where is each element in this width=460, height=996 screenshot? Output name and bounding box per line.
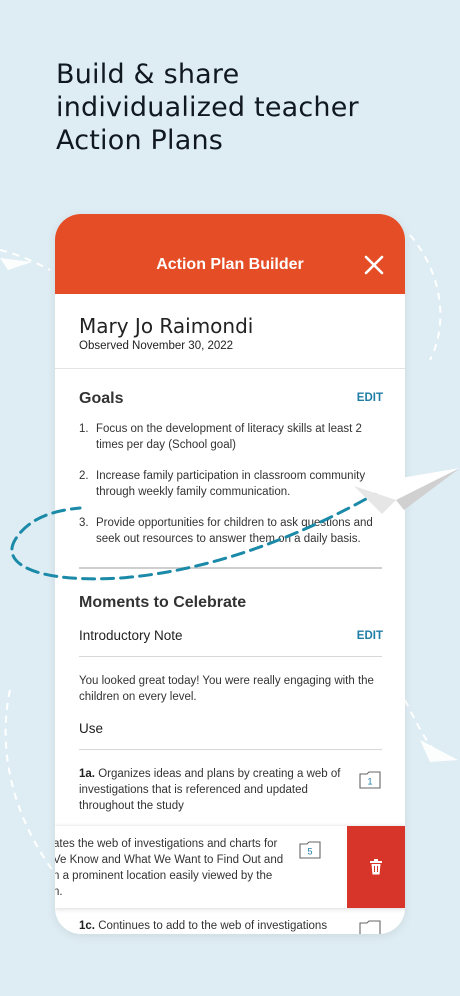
phone-screen: Action Plan Builder Mary Jo Raimondi Obs… (55, 214, 405, 934)
folder-count: 5 (307, 847, 312, 857)
folder-icon[interactable] (359, 920, 381, 934)
folder-icon[interactable]: 1 (359, 771, 381, 789)
folder-icon[interactable]: 5 (299, 841, 321, 859)
intro-edit-button[interactable]: EDIT (357, 630, 383, 642)
goals-edit-button[interactable]: EDIT (357, 392, 383, 404)
folder-count: 1 (367, 777, 372, 787)
paper-plane-bottom-icon (420, 740, 458, 762)
app-title: Action Plan Builder (156, 256, 304, 273)
marketing-headline: Build & share individualized teacher Act… (56, 58, 416, 157)
headline-line-3: Action Plans (56, 125, 224, 156)
divider (79, 656, 382, 657)
divider (55, 368, 405, 369)
paper-plane-left-icon (0, 258, 32, 270)
goals-heading: Goals (79, 390, 124, 407)
use-label: Use (79, 721, 104, 736)
trash-icon (370, 859, 382, 875)
divider (79, 749, 382, 750)
section-divider (79, 567, 382, 569)
goal-number: 2. (79, 470, 89, 482)
list-item[interactable]: 1c. Continues to add to the web of inves… (79, 918, 339, 934)
teacher-name: Mary Jo Raimondi (79, 314, 254, 338)
swiped-list-item[interactable]: ates the web of investigations and chart… (55, 826, 405, 908)
close-icon[interactable] (363, 254, 385, 276)
item-text: ates the web of investigations and chart… (55, 838, 284, 898)
intro-note-label: Introductory Note (79, 628, 183, 643)
item-text-clipped: ates the web of investigations and chart… (55, 836, 285, 900)
item-code: 1a. (79, 768, 95, 780)
app-header: Action Plan Builder (55, 214, 405, 294)
list-item[interactable]: 1a. Organizes ideas and plans by creatin… (79, 766, 341, 814)
goal-number: 3. (79, 517, 89, 529)
goal-text: Provide opportunities for children to as… (96, 517, 373, 545)
observed-date: Observed November 30, 2022 (79, 340, 234, 352)
goal-number: 1. (79, 423, 89, 435)
moments-heading: Moments to Celebrate (79, 594, 247, 611)
goal-text: Increase family participation in classro… (96, 470, 366, 498)
headline-line-2: individualized teacher (56, 92, 359, 123)
item-text: Continues to add to the web of investiga… (98, 920, 328, 932)
headline-line-1: Build & share (56, 59, 240, 90)
item-text: Organizes ideas and plans by creating a … (79, 768, 341, 812)
intro-note-text: You looked great today! You were really … (79, 675, 374, 703)
item-code: 1c. (79, 920, 95, 932)
goal-text: Focus on the development of literacy ski… (96, 423, 362, 451)
delete-button[interactable] (347, 826, 405, 908)
